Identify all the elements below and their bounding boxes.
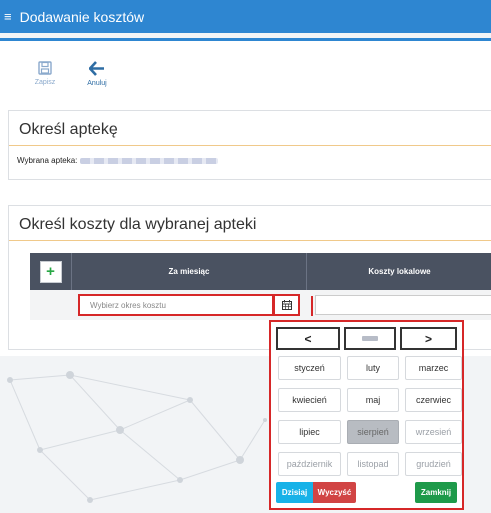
top-bar: ≡ Dodawanie kosztów [0, 0, 491, 33]
add-row-button[interactable]: + [39, 260, 62, 283]
picker-footer: Dzisiaj Wyczyść Zamknij [276, 482, 457, 503]
clear-button[interactable]: Wyczyść [313, 482, 356, 503]
month-september[interactable]: wrzesień [405, 420, 462, 444]
month-june[interactable]: czerwiec [405, 388, 462, 412]
table-header: + Za miesiąc Koszty lokalowe [30, 253, 491, 290]
pharmacy-name-redacted [80, 157, 219, 164]
pharmacy-panel-title: Określ aptekę [9, 111, 491, 146]
close-button[interactable]: Zamknij [415, 482, 457, 503]
save-icon [38, 61, 52, 75]
month-february[interactable]: luty [347, 356, 399, 380]
toolbar: Zapisz Anuluj [30, 61, 112, 87]
prev-year-button[interactable]: < [276, 327, 340, 350]
page-title: Dodawanie kosztów [19, 8, 145, 25]
highlight-marker [311, 296, 313, 316]
month-january[interactable]: styczeń [278, 356, 341, 380]
column-header-month: Za miesiąc [72, 253, 307, 290]
month-may[interactable]: maj [347, 388, 399, 412]
arrow-left-icon [89, 61, 104, 76]
month-picker: < > styczeń luty marzec kwiecień maj cze… [269, 320, 464, 510]
month-input[interactable]: Wybierz okres kosztu [78, 294, 274, 316]
year-redacted [362, 336, 378, 341]
picker-nav: < > [276, 327, 457, 350]
month-april[interactable]: kwiecień [278, 388, 341, 412]
save-label: Zapisz [34, 79, 56, 86]
save-button[interactable]: Zapisz [30, 61, 60, 87]
month-grid: styczeń luty marzec kwiecień maj czerwie… [276, 356, 462, 476]
month-august[interactable]: sierpień [347, 420, 399, 444]
hamburger-icon[interactable]: ≡ [4, 10, 12, 23]
column-header-local-costs: Koszty lokalowe [368, 267, 431, 276]
cancel-button[interactable]: Anuluj [82, 61, 112, 87]
table-row: Wybierz okres kosztu [30, 290, 491, 320]
month-march[interactable]: marzec [405, 356, 462, 380]
year-switch-button[interactable] [344, 327, 396, 350]
month-december[interactable]: grudzień [405, 452, 462, 476]
pharmacy-panel: Określ aptekę Wybrana apteka: [8, 110, 491, 180]
calendar-icon [281, 300, 292, 310]
selected-pharmacy: Wybrana apteka: [9, 146, 491, 165]
costs-panel-title: Określ koszty dla wybranej apteki [9, 206, 491, 241]
local-costs-input[interactable] [315, 295, 491, 315]
cancel-label: Anuluj [87, 80, 107, 87]
month-november[interactable]: listopad [347, 452, 399, 476]
month-october[interactable]: październik [278, 452, 341, 476]
today-button[interactable]: Dzisiaj [276, 482, 313, 503]
calendar-button[interactable] [273, 294, 300, 316]
month-july[interactable]: lipiec [278, 420, 341, 444]
next-year-button[interactable]: > [400, 327, 457, 350]
selected-pharmacy-label: Wybrana apteka: [17, 156, 78, 165]
costs-table: + Za miesiąc Koszty lokalowe Wybierz okr… [30, 253, 491, 320]
